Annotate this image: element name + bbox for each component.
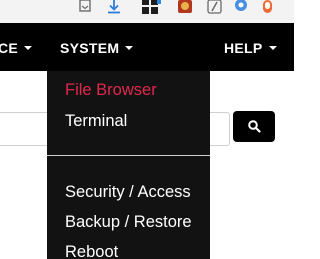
search-button[interactable] <box>233 111 275 142</box>
browser-toolbar <box>0 0 294 23</box>
menu-item-terminal[interactable]: Terminal <box>65 112 127 131</box>
extension-slash-icon[interactable] <box>207 0 223 14</box>
nav-item-label: HELP <box>224 40 263 56</box>
nav-item-label: CE <box>0 40 19 56</box>
caret-down-icon <box>125 46 134 51</box>
nav-item-label: SYSTEM <box>60 40 120 56</box>
download-icon[interactable] <box>106 0 122 14</box>
top-navbar: CE SYSTEM HELP <box>0 23 294 71</box>
bookmark-icon[interactable] <box>77 0 93 14</box>
menu-item-security-access[interactable]: Security / Access <box>65 183 191 202</box>
extension-red-icon[interactable] <box>177 0 193 14</box>
menu-item-reboot[interactable]: Reboot <box>65 243 118 259</box>
extension-pill-icon[interactable] <box>260 0 276 14</box>
menu-item-backup-restore[interactable]: Backup / Restore <box>65 213 192 232</box>
search-icon <box>248 120 261 133</box>
system-dropdown-menu: File Browser Terminal Security / Access … <box>47 71 210 259</box>
app-window: CE SYSTEM HELP File Browser Terminal Sec… <box>0 0 294 259</box>
menu-divider <box>47 155 210 156</box>
caret-down-icon <box>268 46 277 51</box>
extension-circle-icon[interactable] <box>233 0 249 14</box>
nav-item-help[interactable]: HELP <box>224 23 277 71</box>
menu-item-file-browser[interactable]: File Browser <box>65 81 157 100</box>
extensions-icon[interactable] <box>142 0 161 14</box>
nav-item-system[interactable]: SYSTEM <box>60 23 134 71</box>
caret-down-icon <box>24 46 33 51</box>
nav-item-ce[interactable]: CE <box>0 23 33 71</box>
